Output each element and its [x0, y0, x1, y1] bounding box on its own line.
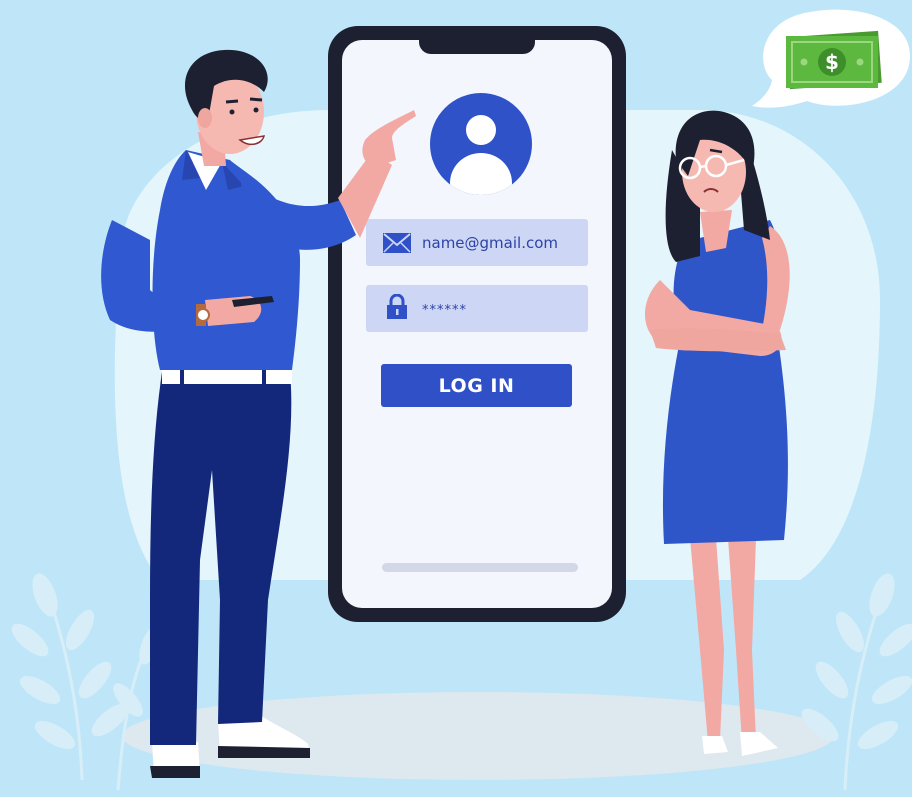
woman-shoes [702, 736, 728, 754]
woman-illustration [645, 110, 790, 756]
woman-legs [690, 538, 724, 742]
